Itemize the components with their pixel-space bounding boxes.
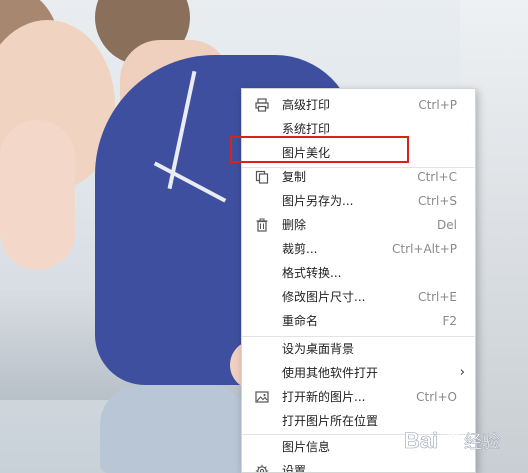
photo-bag [100, 385, 250, 473]
menu-item-shortcut: Ctrl+S [417, 194, 457, 208]
menu-item-format-convert[interactable]: 格式转换... [242, 261, 475, 285]
copy-icon [254, 169, 270, 185]
menu-item-label: 复制 [282, 170, 307, 184]
menu-item-label: 使用其他软件打开 [282, 366, 379, 380]
menu-item-crop[interactable]: 裁剪... Ctrl+Alt+P [242, 237, 475, 261]
menu-item-label: 打开新的图片... [282, 390, 366, 404]
menu-item-shortcut: Del [437, 218, 457, 232]
menu-item-label: 系统打印 [282, 122, 331, 136]
photo-hand [0, 120, 75, 270]
image-icon [254, 389, 270, 405]
menu-item-rename[interactable]: 重命名 F2 [242, 309, 475, 333]
menu-item-delete[interactable]: 删除 Del [242, 213, 475, 237]
menu-item-shortcut: Ctrl+Alt+P [392, 242, 457, 256]
menu-item-label: 设为桌面背景 [282, 342, 355, 356]
watermark-text: Bai [404, 428, 438, 453]
menu-item-label: 重命名 [282, 314, 319, 328]
menu-item-settings[interactable]: 设置 [242, 459, 475, 473]
menu-item-open-with[interactable]: 使用其他软件打开 › [242, 361, 475, 385]
menu-item-label: 图片信息 [282, 440, 331, 454]
menu-item-set-wallpaper[interactable]: 设为桌面背景 [242, 337, 475, 361]
menu-item-copy[interactable]: 复制 Ctrl+C [242, 165, 475, 189]
menu-item-label: 高级打印 [282, 98, 331, 112]
menu-item-label: 修改图片尺寸... [282, 290, 366, 304]
menu-item-save-as[interactable]: 图片另存为... Ctrl+S [242, 189, 475, 213]
baidu-watermark: Bai 经验 [400, 420, 520, 460]
menu-item-label: 打开图片所在位置 [282, 414, 379, 428]
menu-item-label: 图片另存为... [282, 194, 354, 208]
watermark-suffix: 经验 [464, 432, 500, 453]
menu-item-shortcut: Ctrl+C [417, 170, 457, 184]
menu-item-shortcut: Ctrl+O [416, 390, 457, 404]
trash-icon [254, 217, 270, 233]
menu-item-shortcut: Ctrl+E [418, 290, 457, 304]
menu-item-label: 裁剪... [282, 242, 318, 256]
menu-item-label: 设置 [282, 464, 307, 473]
menu-item-shortcut: Ctrl+P [418, 98, 457, 112]
menu-item-open-new[interactable]: 打开新的图片... Ctrl+O [242, 385, 475, 409]
chevron-right-icon: › [459, 365, 465, 380]
menu-item-label: 格式转换... [282, 266, 342, 280]
menu-item-shortcut: F2 [442, 314, 457, 328]
highlight-annotation [230, 136, 409, 163]
printer-icon [254, 97, 270, 113]
gear-icon [254, 463, 270, 472]
menu-item-label: 删除 [282, 218, 307, 232]
menu-item-advanced-print[interactable]: 高级打印 Ctrl+P [242, 93, 475, 117]
menu-item-resize[interactable]: 修改图片尺寸... Ctrl+E [242, 285, 475, 309]
